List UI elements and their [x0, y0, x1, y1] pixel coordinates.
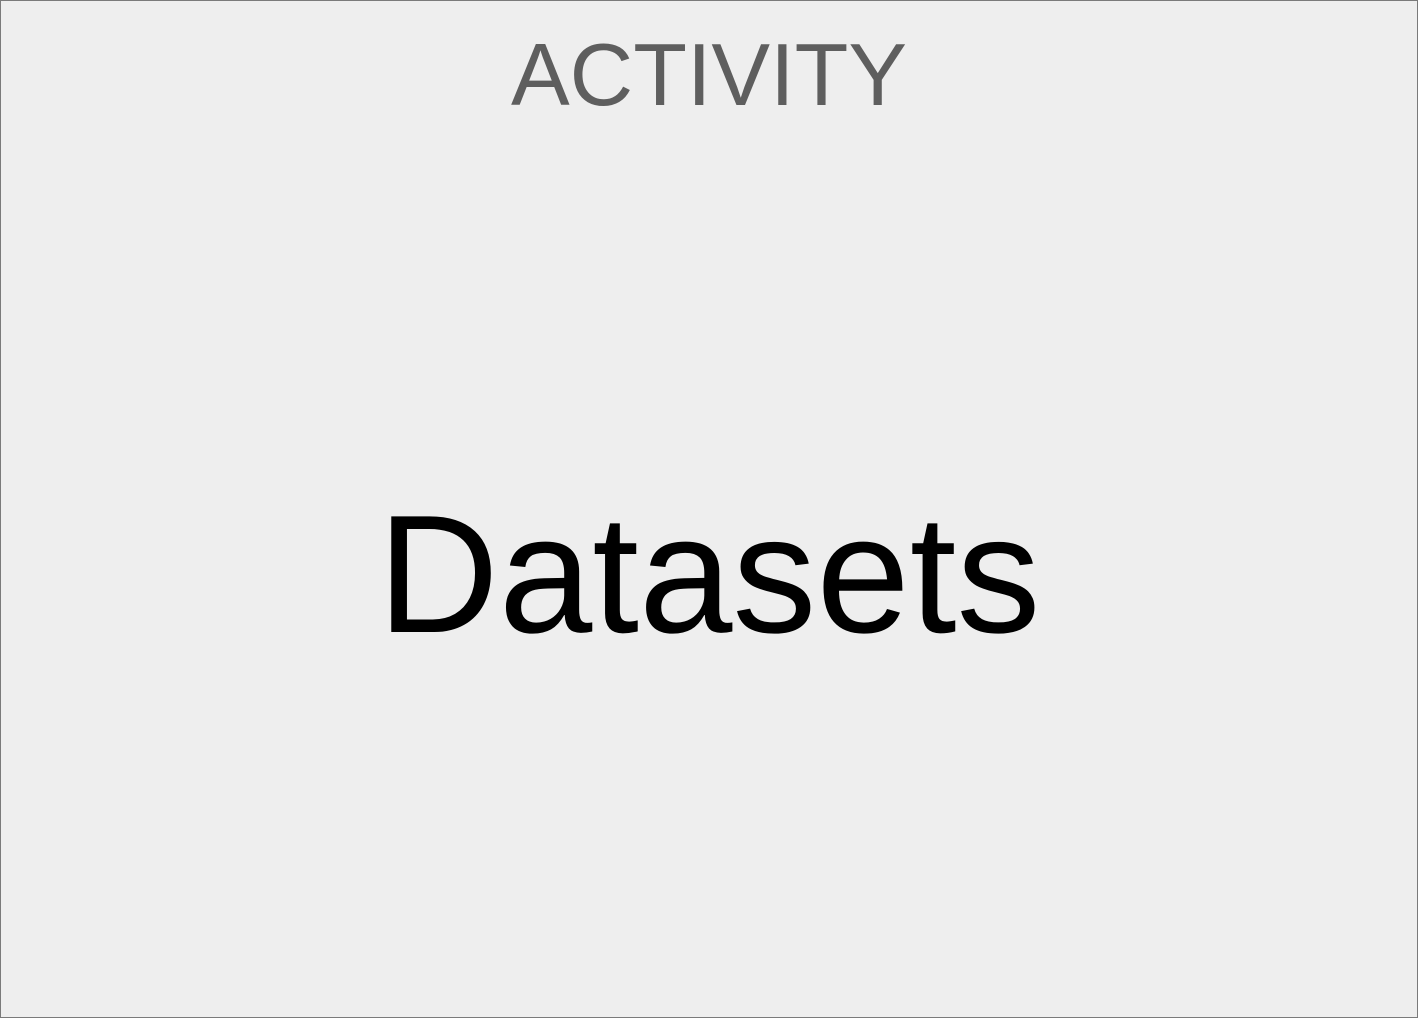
- card-category-label: ACTIVITY: [510, 25, 908, 124]
- activity-card: ACTIVITY Datasets: [0, 0, 1418, 1018]
- card-title: Datasets: [377, 480, 1041, 668]
